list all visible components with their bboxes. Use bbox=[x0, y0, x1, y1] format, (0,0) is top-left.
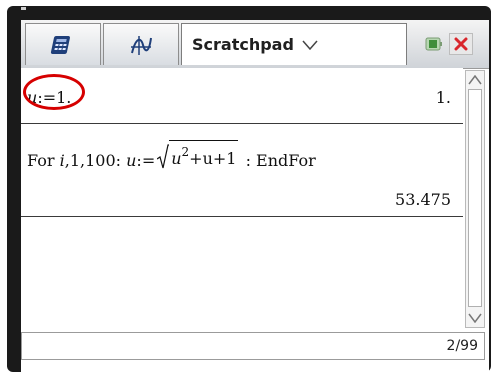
status-bar: 2/99 bbox=[21, 332, 485, 360]
endfor-keyword: : EndFor bbox=[245, 151, 316, 170]
page-counter: 2/99 bbox=[446, 338, 478, 354]
tab-bar: Scratchpad bbox=[21, 20, 489, 69]
history-entry-2-result[interactable]: 53.475 bbox=[395, 190, 451, 209]
scroll-thumb[interactable] bbox=[468, 89, 482, 307]
device-frame: Scratchpad u:=1. 1. For i ,1,100: u:= u… bbox=[7, 6, 491, 374]
triangle-up-icon bbox=[468, 75, 482, 85]
for-keyword: For bbox=[27, 151, 55, 170]
calculator-icon bbox=[50, 35, 70, 54]
sqrt-expression: u2+u+1 bbox=[157, 140, 239, 170]
history-divider bbox=[21, 216, 463, 217]
loop-args: ,1,100: bbox=[64, 151, 122, 170]
frame-corner-mark bbox=[21, 7, 26, 10]
tab-graphs[interactable] bbox=[103, 23, 179, 65]
calculator-screen: Scratchpad u:=1. 1. For i ,1,100: u:= u… bbox=[21, 20, 489, 374]
highlight-ring bbox=[23, 74, 85, 110]
assign-var: u bbox=[126, 151, 137, 170]
chevron-down-icon[interactable] bbox=[302, 40, 318, 50]
tab-calculator[interactable] bbox=[25, 23, 101, 65]
history-entry-2-input[interactable]: For i ,1,100: u:= u2+u+1 : EndFor bbox=[27, 140, 316, 170]
radicand: u2+u+1 bbox=[169, 140, 239, 170]
close-button[interactable] bbox=[449, 33, 473, 55]
scroll-down-button[interactable] bbox=[467, 311, 483, 325]
history-entry-1-result[interactable]: 1. bbox=[436, 88, 451, 107]
vertical-scrollbar[interactable] bbox=[465, 70, 485, 328]
plus-u-term: +u bbox=[189, 149, 213, 168]
tab-scratchpad-label: Scratchpad bbox=[192, 35, 294, 54]
graph-icon bbox=[131, 35, 152, 55]
assign-operator: := bbox=[136, 151, 156, 170]
battery-icon bbox=[421, 32, 447, 56]
tab-scratchpad[interactable]: Scratchpad bbox=[181, 23, 407, 65]
radical-sign-icon bbox=[157, 144, 170, 169]
close-icon bbox=[454, 37, 468, 51]
plus-one-term: +1 bbox=[212, 149, 237, 168]
history-area: u:=1. 1. For i ,1,100: u:= u2+u+1 : EndFor… bbox=[21, 68, 463, 328]
scroll-up-button[interactable] bbox=[467, 73, 483, 87]
history-divider bbox=[21, 123, 463, 124]
radicand-var: u bbox=[171, 149, 182, 168]
window-controls bbox=[421, 30, 473, 58]
triangle-down-icon bbox=[468, 313, 482, 323]
